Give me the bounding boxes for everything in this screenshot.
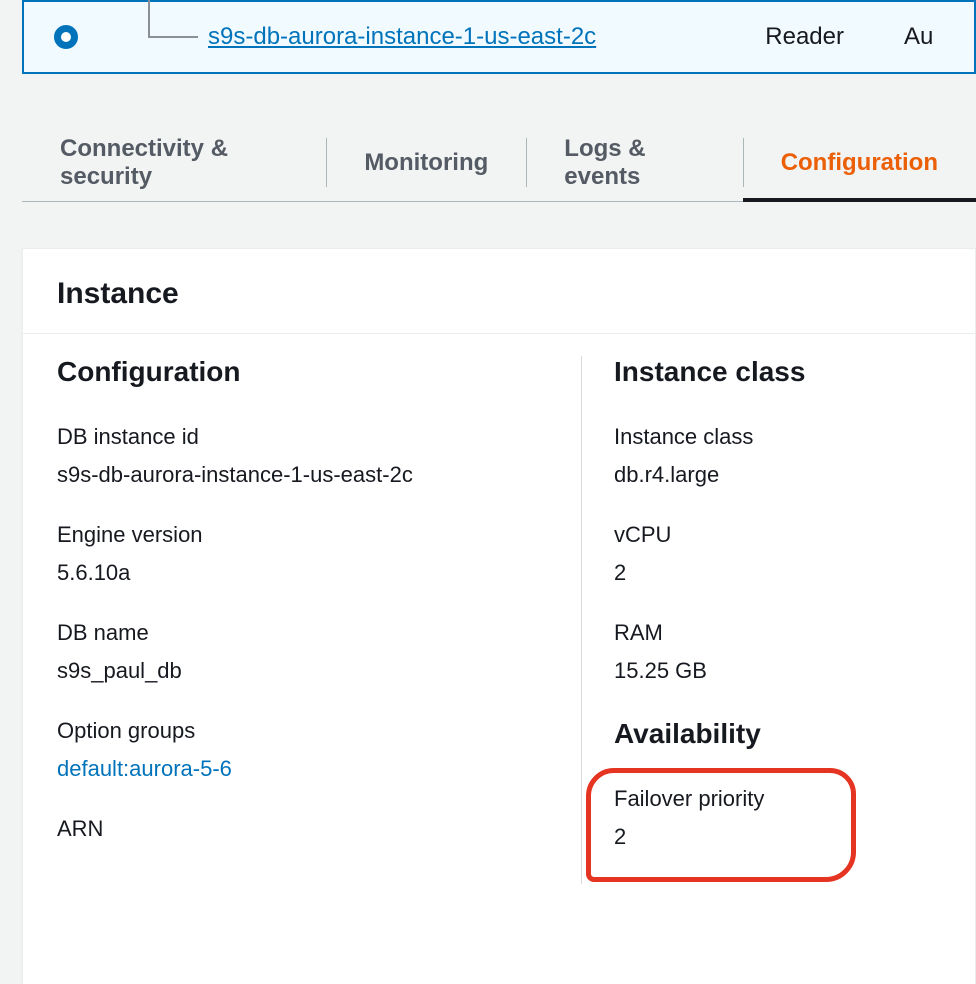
kv-option-groups: Option groups default:aurora-5-6	[57, 718, 581, 782]
tab-configuration[interactable]: Configuration	[743, 124, 976, 201]
label-vcpu: vCPU	[614, 522, 976, 548]
instance-class-column: Instance class Instance class db.r4.larg…	[581, 356, 976, 884]
instance-link[interactable]: s9s-db-aurora-instance-1-us-east-2c	[208, 23, 596, 51]
value-engine-version: 5.6.10a	[57, 560, 581, 586]
configuration-column: Configuration DB instance id s9s-db-auro…	[57, 356, 581, 884]
kv-failover-priority: Failover priority 2	[614, 786, 976, 850]
tab-strip: Connectivity & security Monitoring Logs …	[22, 124, 976, 202]
value-db-name: s9s_paul_db	[57, 658, 581, 684]
label-arn: ARN	[57, 816, 581, 842]
tab-monitoring[interactable]: Monitoring	[326, 124, 526, 201]
label-failover-priority: Failover priority	[614, 786, 976, 812]
label-engine-version: Engine version	[57, 522, 581, 548]
kv-instance-class: Instance class db.r4.large	[614, 424, 976, 488]
tab-logs[interactable]: Logs & events	[526, 124, 742, 201]
radio-selected-icon[interactable]	[54, 25, 78, 49]
kv-arn: ARN	[57, 816, 581, 842]
kv-db-instance-id: DB instance id s9s-db-aurora-instance-1-…	[57, 424, 581, 488]
tab-connectivity[interactable]: Connectivity & security	[22, 124, 326, 201]
value-failover-priority: 2	[614, 824, 976, 850]
label-db-instance-id: DB instance id	[57, 424, 581, 450]
value-instance-class: db.r4.large	[614, 462, 976, 488]
instance-class-heading: Instance class	[614, 356, 976, 388]
configuration-heading: Configuration	[57, 356, 581, 388]
value-vcpu: 2	[614, 560, 976, 586]
panel-title: Instance	[57, 277, 941, 311]
kv-engine-version: Engine version 5.6.10a	[57, 522, 581, 586]
kv-db-name: DB name s9s_paul_db	[57, 620, 581, 684]
label-instance-class: Instance class	[614, 424, 976, 450]
instance-row-selected[interactable]: s9s-db-aurora-instance-1-us-east-2c Read…	[22, 0, 976, 74]
label-db-name: DB name	[57, 620, 581, 646]
instance-role: Reader	[765, 23, 844, 51]
kv-ram: RAM 15.25 GB	[614, 620, 976, 684]
link-option-groups[interactable]: default:aurora-5-6	[57, 756, 581, 782]
instance-panel: Instance Configuration DB instance id s9…	[22, 248, 976, 984]
instance-panel-header: Instance	[23, 249, 975, 334]
value-ram: 15.25 GB	[614, 658, 976, 684]
tree-branch-icon	[78, 0, 208, 74]
availability-heading: Availability	[614, 718, 976, 750]
value-db-instance-id: s9s-db-aurora-instance-1-us-east-2c	[57, 462, 581, 488]
kv-vcpu: vCPU 2	[614, 522, 976, 586]
label-ram: RAM	[614, 620, 976, 646]
label-option-groups: Option groups	[57, 718, 581, 744]
next-column-fragment: Au	[904, 23, 934, 51]
